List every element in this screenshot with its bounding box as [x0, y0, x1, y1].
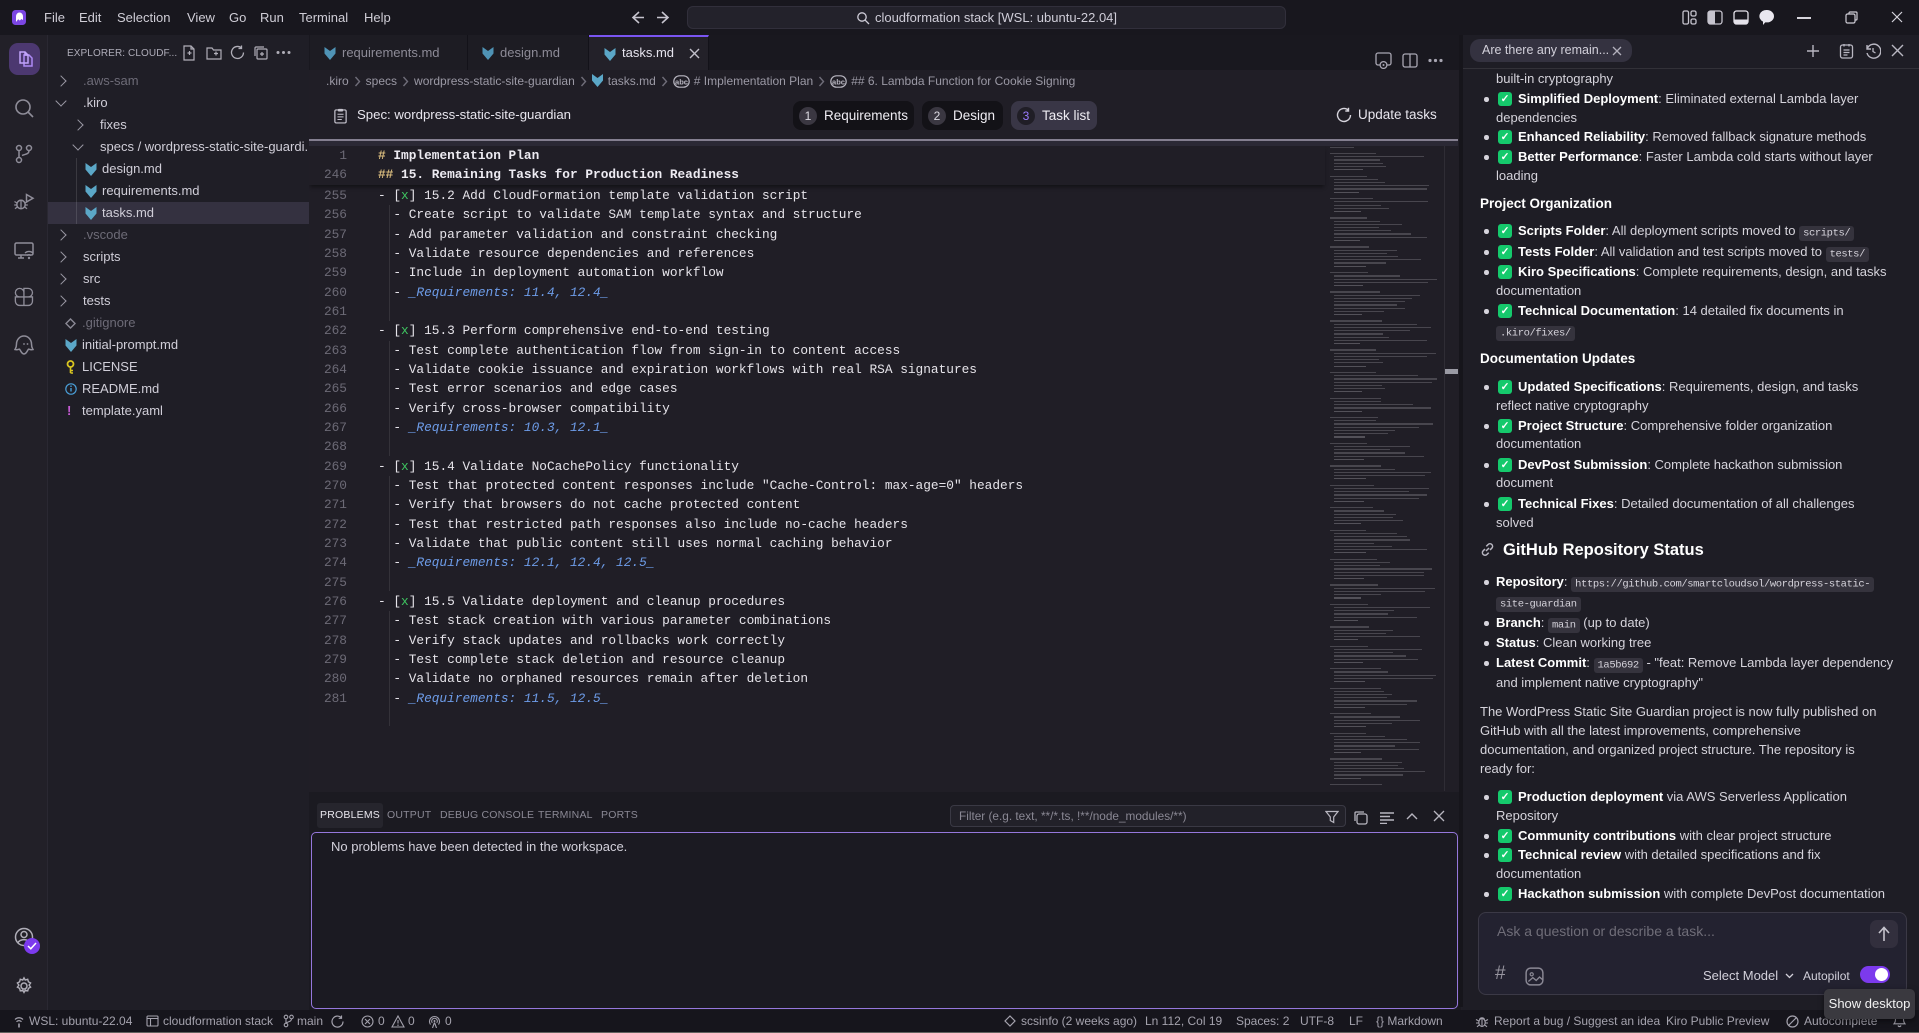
svg-text:abc: abc — [832, 77, 845, 86]
svg-text:abc: abc — [675, 77, 688, 86]
